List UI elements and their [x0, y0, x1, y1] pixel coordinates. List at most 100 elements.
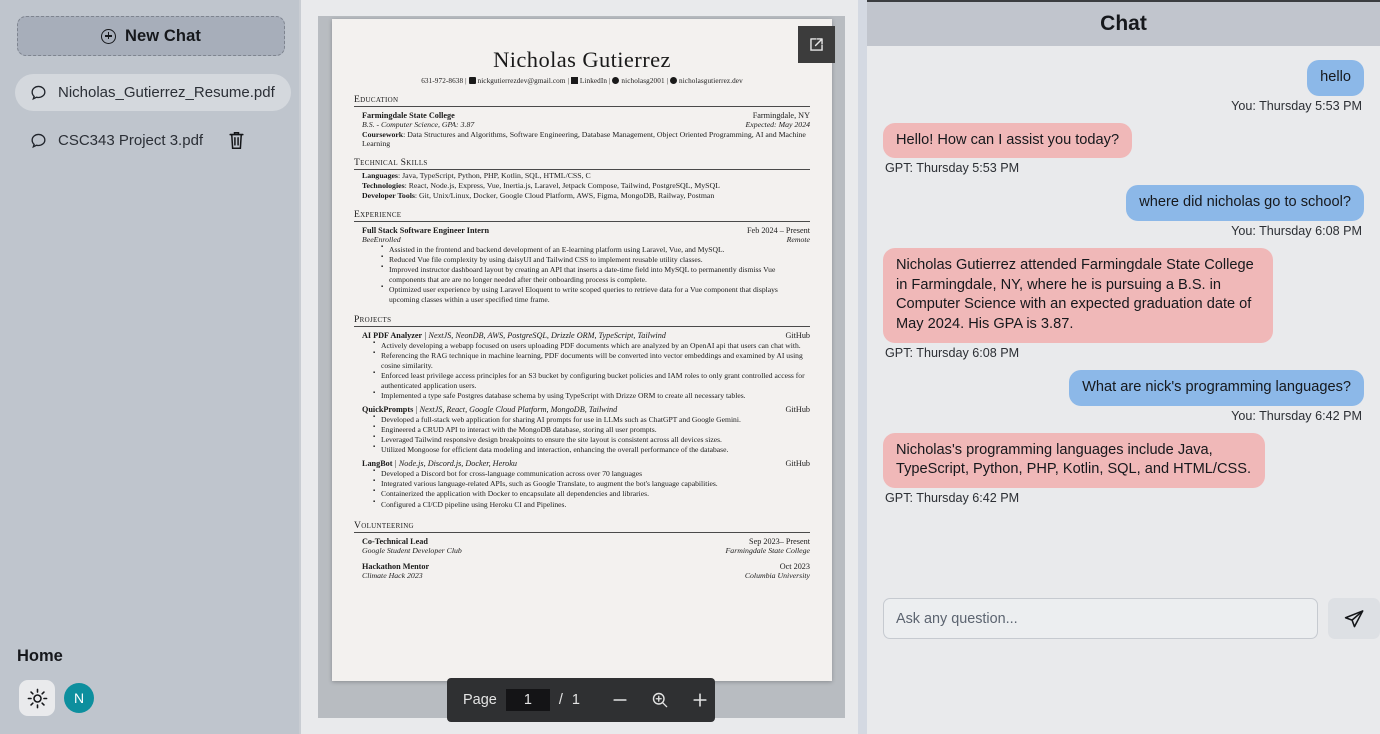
bullet: Engineered a CRUD API to interact with t…	[373, 424, 810, 435]
volunteer-org: Google Student Developer Club	[362, 546, 462, 556]
new-chat-button[interactable]: New Chat	[17, 16, 285, 56]
project-link[interactable]: GitHub	[785, 459, 810, 468]
pdf-viewer-backdrop: Nicholas Gutierrez 631-972-8638 | nickgu…	[318, 16, 845, 722]
theme-toggle-button[interactable]	[19, 680, 55, 716]
coursework-label: Coursework	[362, 130, 404, 139]
expand-pdf-button[interactable]	[798, 26, 835, 63]
chat-message-list: hello You: Thursday 5:53 PM Hello! How c…	[867, 46, 1380, 540]
message-bubble-gpt: Nicholas's programming languages include…	[883, 432, 1265, 488]
section-rule	[354, 169, 810, 170]
bullet: Leveraged Tailwind responsive design bre…	[373, 434, 810, 445]
bullet: Enforced least privilege access principl…	[373, 370, 810, 390]
chat-item-button[interactable]: CSC343 Project 3.pdf	[15, 122, 219, 159]
experience-company: BeeEnrolled	[362, 235, 401, 244]
chat-item-filename: CSC343 Project 3.pdf	[58, 131, 204, 149]
bullet: Developed a full-stack web application f…	[373, 414, 810, 425]
section-rule	[354, 221, 810, 222]
resume-website: nicholasgutierrez.dev	[679, 77, 743, 85]
message-bubble-gpt: Hello! How can I assist you today?	[883, 122, 1133, 159]
skill-value: : React, Node.js, Express, Vue, Inertia.…	[404, 181, 720, 190]
message-meta: GPT: Thursday 5:53 PM	[885, 161, 1020, 176]
bullet: Developed a Discord bot for cross-langua…	[373, 468, 810, 479]
bullet: Actively developing a webapp focused on …	[373, 340, 810, 351]
skill-line-1: Technologies: React, Node.js, Express, V…	[354, 181, 810, 190]
skill-label: Languages	[362, 171, 398, 180]
pdf-page[interactable]: Nicholas Gutierrez 631-972-8638 | nickgu…	[332, 19, 832, 681]
education-entry: Farmingdale State College Farmingdale, NY…	[354, 111, 810, 148]
bullet: Assisted in the frontend and backend dev…	[381, 244, 810, 255]
plus-circle-icon	[101, 28, 116, 44]
chat-bubble-icon	[31, 85, 46, 100]
chat-item-button[interactable]: Nicholas_Gutierrez_Resume.pdf	[15, 73, 291, 111]
message-group-5: Nicholas's programming languages include…	[883, 432, 1364, 505]
home-label: Home	[17, 647, 63, 665]
new-chat-label: New Chat	[125, 26, 201, 45]
bullet: Referencing the RAG technique in machine…	[373, 350, 810, 370]
volunteer-place: Farmingdale State College	[725, 546, 810, 556]
avatar[interactable]: N	[64, 683, 94, 713]
zoom-in-button[interactable]	[690, 690, 710, 710]
project-header-0: AI PDF Analyzer | NextJS, NeonDB, AWS, P…	[354, 331, 810, 340]
experience-location: Remote	[786, 235, 810, 244]
chat-input[interactable]	[883, 598, 1318, 639]
message-meta: You: Thursday 6:42 PM	[1231, 408, 1362, 423]
resume-email: nickgutierrezdev@gmail.com	[477, 77, 566, 85]
magnifier-plus-icon	[652, 692, 668, 708]
message-group-3: Nicholas Gutierrez attended Farmingdale …	[883, 248, 1364, 360]
total-pages: 1	[571, 692, 580, 708]
skill-value: : Git, Unix/Linux, Docker, Google Cloud …	[414, 191, 715, 200]
education-degree: B.S. - Computer Science, GPA: 3.87	[362, 120, 475, 129]
chat-composer	[867, 598, 1380, 639]
chat-list-item-0[interactable]: Nicholas_Gutierrez_Resume.pdf	[0, 72, 316, 112]
message-meta: You: Thursday 5:53 PM	[1231, 98, 1362, 113]
education-location: Farmingdale, NY	[752, 111, 810, 120]
globe-icon	[670, 77, 677, 84]
experience-title: Full Stack Software Engineer Intern	[362, 226, 490, 235]
minus-icon	[613, 699, 627, 701]
sun-icon	[27, 688, 47, 708]
message-meta: GPT: Thursday 6:08 PM	[885, 345, 1020, 360]
section-heading-skills: Technical Skills	[354, 157, 428, 168]
message-bubble-user: hello	[1307, 60, 1364, 96]
volunteer-title: Hackathon Mentor	[362, 562, 430, 572]
education-expected: Expected: May 2024	[745, 120, 810, 129]
section-heading-education: Education	[354, 94, 399, 105]
coursework-value: : Data Structures and Algorithms, Softwa…	[362, 130, 806, 148]
volunteer-dates: Sep 2023– Present	[749, 537, 810, 547]
resume-name: Nicholas Gutierrez	[493, 47, 671, 72]
message-group-0: hello You: Thursday 5:53 PM	[883, 60, 1364, 113]
delete-chat-button-1[interactable]	[227, 130, 246, 151]
message-bubble-gpt: Nicholas Gutierrez attended Farmingdale …	[883, 248, 1273, 343]
project-bullets-2: Developed a Discord bot for cross-langua…	[354, 468, 810, 510]
bullet: Configured a CI/CD pipeline using Heroku…	[373, 499, 810, 510]
project-link[interactable]: GitHub	[785, 405, 810, 414]
message-bubble-user: What are nick's programming languages?	[1069, 369, 1364, 406]
message-bubble-user: where did nicholas go to school?	[1126, 185, 1364, 222]
trash-icon	[229, 131, 244, 149]
project-bullets-1: Developed a full-stack web application f…	[354, 414, 810, 455]
zoom-out-button[interactable]	[610, 690, 630, 710]
send-button[interactable]	[1328, 598, 1380, 639]
volunteer-place: Columbia University	[744, 571, 810, 581]
page-label: Page	[463, 692, 497, 708]
resume-phone: 631-972-8638	[421, 77, 464, 85]
project-tech: | Node.js, Discord.js, Docker, Heroku	[394, 459, 517, 468]
bullet: Utilized Mongoose for efficient data mod…	[373, 444, 810, 455]
experience-bullets: Assisted in the frontend and backend dev…	[362, 244, 810, 305]
page-number-input[interactable]	[505, 689, 550, 711]
bullet: Integrated various language-related APIs…	[373, 478, 810, 489]
project-bullets-0: Actively developing a webapp focused on …	[354, 340, 810, 401]
bullet: Optimized user experience by using Larav…	[381, 284, 810, 304]
resume-linkedin: LinkedIn	[579, 77, 608, 85]
chat-list-item-1[interactable]: CSC343 Project 3.pdf	[0, 120, 301, 160]
pdf-viewer-panel: Nicholas Gutierrez 631-972-8638 | nickgu…	[301, 0, 858, 734]
page-controls: Page / 1	[447, 678, 592, 722]
education-school: Farmingdale State College	[362, 111, 455, 120]
section-rule	[354, 532, 810, 534]
resume-github: nicholasg2001	[621, 77, 665, 85]
zoom-reset-button[interactable]	[650, 690, 670, 710]
project-link[interactable]: GitHub	[785, 331, 810, 340]
volunteering-entry-1: Hackathon Mentor Oct 2023 Climate Hack 20…	[354, 562, 810, 580]
mail-icon	[468, 77, 476, 84]
message-group-4: What are nick's programming languages? Y…	[883, 369, 1364, 423]
